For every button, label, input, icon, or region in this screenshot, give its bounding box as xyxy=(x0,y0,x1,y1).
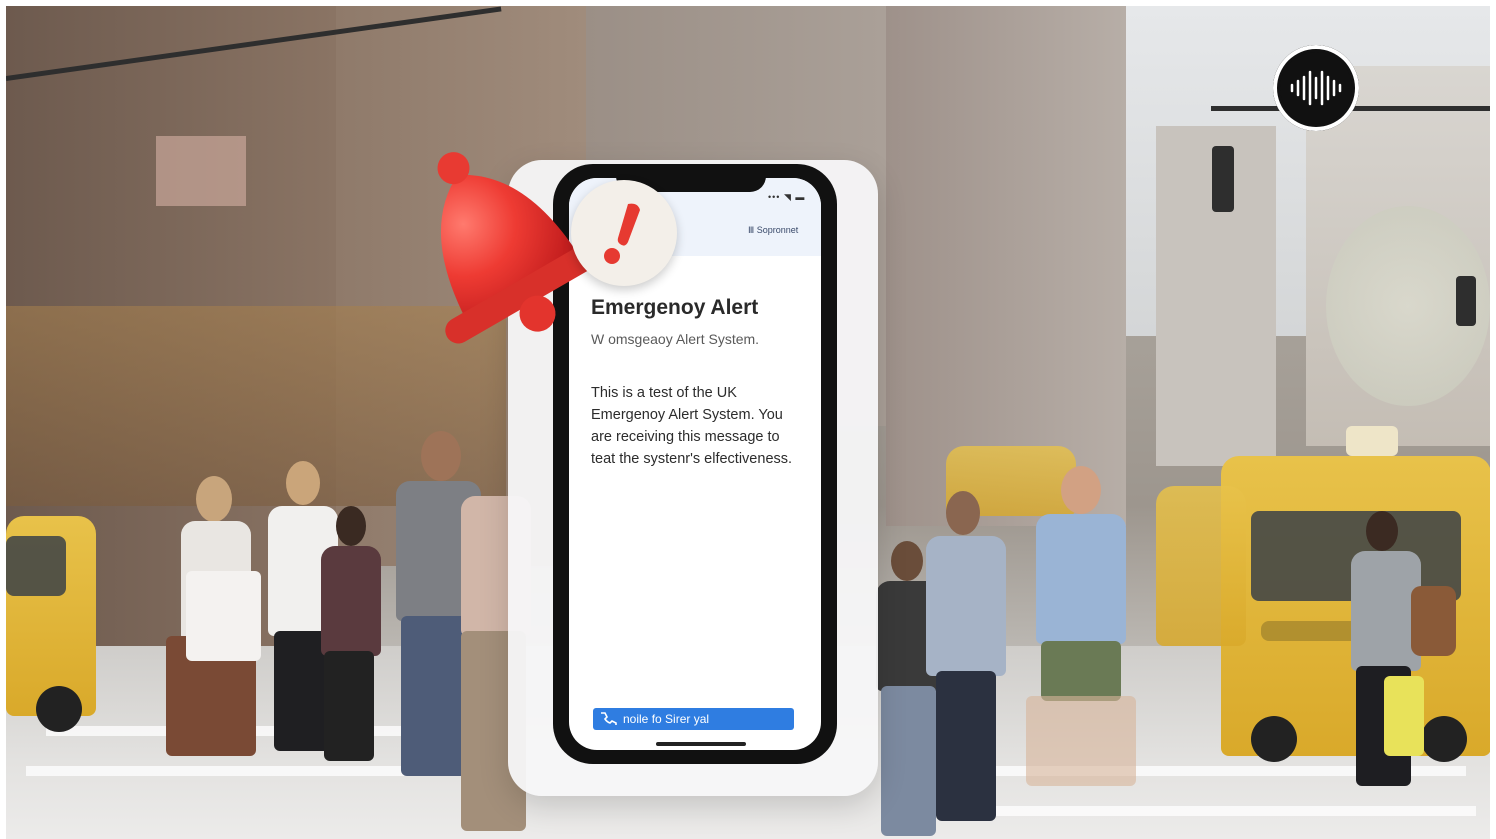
store-sign xyxy=(156,136,246,206)
soundwave-logo-icon xyxy=(1273,45,1359,131)
alert-subtitle: W omsgeaoy Alert System. xyxy=(591,331,760,347)
taxi-left xyxy=(6,516,96,732)
exclamation-icon xyxy=(604,203,640,264)
warning-badge xyxy=(571,180,677,286)
status-bar-icons: ••• ◥ ▬ xyxy=(768,192,806,202)
taxi-roof-sign xyxy=(1346,426,1398,456)
traffic-light-right xyxy=(1212,146,1234,212)
traffic-light-far-right xyxy=(1456,276,1476,326)
operator-label: Ⅲ Sopronnet xyxy=(748,225,799,235)
alert-body: This is a test of the UK Emergenoy Alert… xyxy=(591,385,793,467)
crosswalk-stripe xyxy=(956,806,1476,816)
backpack xyxy=(1411,586,1456,656)
alert-action-button[interactable]: noile fo Sirer yal xyxy=(593,708,794,730)
yellow-bag xyxy=(1384,676,1424,756)
shopping-bag xyxy=(186,571,261,661)
alert-title: Emergenoy Alert xyxy=(591,296,759,319)
action-label: noile fo Sirer yal xyxy=(623,712,710,726)
home-indicator xyxy=(656,742,746,746)
phone-icon xyxy=(599,711,617,728)
taxi-background-2 xyxy=(1156,486,1246,646)
